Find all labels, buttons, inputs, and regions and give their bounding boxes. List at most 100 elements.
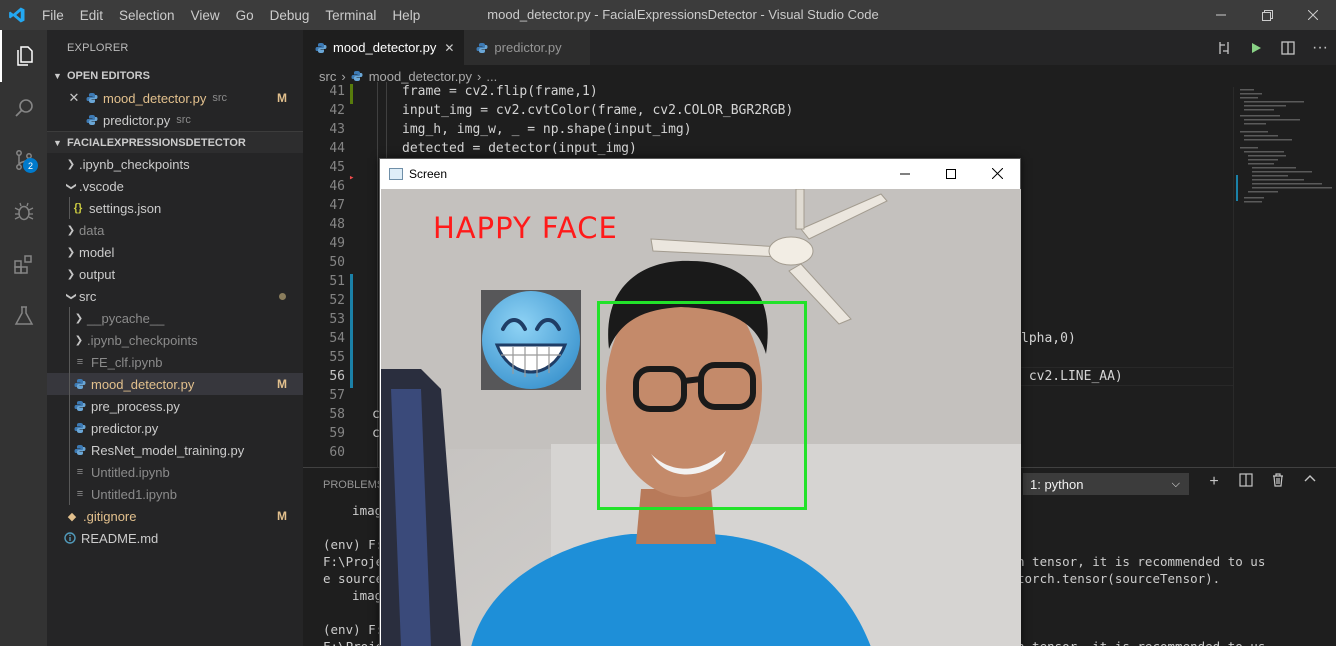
activity-bar: 2 xyxy=(0,30,47,646)
tree-folder[interactable]: ❯ .ipynb_checkpoints xyxy=(47,153,303,175)
tree-file[interactable]: ≡ Untitled.ipynb xyxy=(47,461,303,483)
terminal-line: torch.tensor(sourceTensor). xyxy=(1017,571,1221,586)
menu-go[interactable]: Go xyxy=(228,8,262,23)
terminal-line: n tensor, it is recommended to us xyxy=(1017,638,1265,646)
tree-file[interactable]: ≡ FE_clf.ipynb xyxy=(47,351,303,373)
chevron-down-icon: ❯ xyxy=(65,181,77,191)
code-line: input_img = cv2.cvtColor(frame, cv2.COLO… xyxy=(402,103,794,118)
close-window-button[interactable] xyxy=(974,159,1020,188)
line-number: 46 xyxy=(329,179,345,194)
menu-help[interactable]: Help xyxy=(384,8,428,23)
source-control-icon[interactable]: 2 xyxy=(0,134,47,186)
split-editor-icon[interactable] xyxy=(1272,40,1304,56)
close-tab-icon[interactable]: ✕ xyxy=(444,41,454,55)
more-actions-icon[interactable]: ··· xyxy=(1304,39,1336,57)
panel-actions: + xyxy=(1198,473,1326,491)
tab-predictor[interactable]: predictor.py xyxy=(464,30,591,65)
open-changes-icon[interactable] xyxy=(1208,40,1240,56)
tree-folder[interactable]: ❯ src xyxy=(47,285,303,307)
trash-icon[interactable] xyxy=(1262,473,1294,491)
face-detection-box xyxy=(597,301,807,510)
tab-label: mood_detector.py xyxy=(333,40,437,55)
explorer-sidebar: EXPLORER ▼ OPEN EDITORS ✕ mood_detector.… xyxy=(47,30,303,646)
line-number: 55 xyxy=(329,350,345,365)
tree-folder[interactable]: ❯ __pycache__ xyxy=(47,307,303,329)
split-terminal-icon[interactable] xyxy=(1230,473,1262,491)
screen-window-title: Screen xyxy=(409,166,448,181)
open-editor-label: predictor.py xyxy=(103,112,171,128)
menu-terminal[interactable]: Terminal xyxy=(317,8,384,23)
tree-label: .gitignore xyxy=(83,508,137,524)
python-file-icon xyxy=(315,42,327,54)
explorer-title: EXPLORER xyxy=(67,41,129,54)
editor-actions: ··· xyxy=(1208,30,1336,65)
maximize-panel-icon[interactable] xyxy=(1294,473,1326,491)
tree-folder[interactable]: ❯ .ipynb_checkpoints xyxy=(47,329,303,351)
screen-window-controls xyxy=(882,159,1020,188)
testing-flask-icon[interactable] xyxy=(0,290,47,342)
tree-label: Untitled1.ipynb xyxy=(91,486,177,502)
screen-window-titlebar[interactable]: Screen xyxy=(380,159,1020,188)
open-editor-item[interactable]: predictor.py src xyxy=(47,109,303,131)
line-number: 47 xyxy=(329,198,345,213)
indent-guide xyxy=(69,329,70,351)
minimize-button[interactable] xyxy=(882,159,928,188)
tree-file[interactable]: predictor.py xyxy=(47,417,303,439)
python-file-icon xyxy=(73,377,87,391)
code-line: lpha,0) xyxy=(1021,331,1076,346)
debug-icon[interactable] xyxy=(0,186,47,238)
menu-debug[interactable]: Debug xyxy=(262,8,318,23)
tree-file[interactable]: ◆ .gitignore M xyxy=(47,505,303,527)
line-number: 42 xyxy=(329,103,345,118)
fold-marker-icon: ▸ xyxy=(349,173,355,183)
menu-view[interactable]: View xyxy=(183,8,228,23)
python-file-icon xyxy=(73,443,87,457)
run-icon[interactable] xyxy=(1240,41,1272,55)
chevron-down-icon: ⌵ xyxy=(1171,477,1180,490)
indent-guide xyxy=(69,373,70,395)
minimize-button[interactable] xyxy=(1198,0,1244,30)
editor-tabs: mood_detector.py ✕ predictor.py xyxy=(303,30,1336,65)
window-controls xyxy=(1198,0,1336,30)
project-label: FACIALEXPRESSIONSDETECTOR xyxy=(67,136,246,149)
tree-file[interactable]: {} settings.json xyxy=(47,197,303,219)
restore-button[interactable] xyxy=(1244,0,1290,30)
close-icon[interactable]: ✕ xyxy=(67,90,81,105)
new-terminal-icon[interactable]: + xyxy=(1198,473,1230,491)
terminal-select[interactable]: 1: python ⌵ xyxy=(1023,473,1189,495)
line-number: 56 xyxy=(329,369,345,384)
tree-folder[interactable]: ❯ data xyxy=(47,219,303,241)
menu-selection[interactable]: Selection xyxy=(111,8,183,23)
minimap[interactable] xyxy=(1233,87,1336,467)
indent-guide xyxy=(69,351,70,373)
menu-file[interactable]: File xyxy=(34,8,72,23)
extensions-icon[interactable] xyxy=(0,238,47,290)
menu-edit[interactable]: Edit xyxy=(72,8,111,23)
open-editor-item[interactable]: ✕ mood_detector.py src M xyxy=(47,87,303,109)
maximize-button[interactable] xyxy=(928,159,974,188)
close-window-button[interactable] xyxy=(1290,0,1336,30)
tree-file[interactable]: pre_process.py xyxy=(47,395,303,417)
notebook-file-icon: ≡ xyxy=(76,466,84,478)
tree-file[interactable]: README.md xyxy=(47,527,303,549)
line-number: 49 xyxy=(329,236,345,251)
project-header[interactable]: ▼ FACIALEXPRESSIONSDETECTOR xyxy=(47,131,303,153)
tab-mood-detector[interactable]: mood_detector.py ✕ xyxy=(303,30,465,65)
tree-folder[interactable]: ❯ .vscode xyxy=(47,175,303,197)
tree-folder[interactable]: ❯ output xyxy=(47,263,303,285)
line-number: 59 xyxy=(329,426,345,441)
tab-label: predictor.py xyxy=(494,40,562,55)
modified-dot xyxy=(279,292,286,300)
tree-file[interactable]: ResNet_model_training.py xyxy=(47,439,303,461)
chevron-right-icon: ❯ xyxy=(66,158,76,170)
gutter-modified-marker xyxy=(350,274,353,388)
tree-file-selected[interactable]: mood_detector.py M xyxy=(47,373,303,395)
code-line: cv2.LINE_AA) xyxy=(1021,369,1123,384)
tab-problems[interactable]: PROBLEMS xyxy=(323,479,384,491)
tree-folder[interactable]: ❯ model xyxy=(47,241,303,263)
open-editors-header[interactable]: ▼ OPEN EDITORS xyxy=(47,65,303,87)
explorer-icon[interactable] xyxy=(0,30,47,82)
search-icon[interactable] xyxy=(0,82,47,134)
tree-label: ResNet_model_training.py xyxy=(91,442,245,458)
tree-file[interactable]: ≡ Untitled1.ipynb xyxy=(47,483,303,505)
